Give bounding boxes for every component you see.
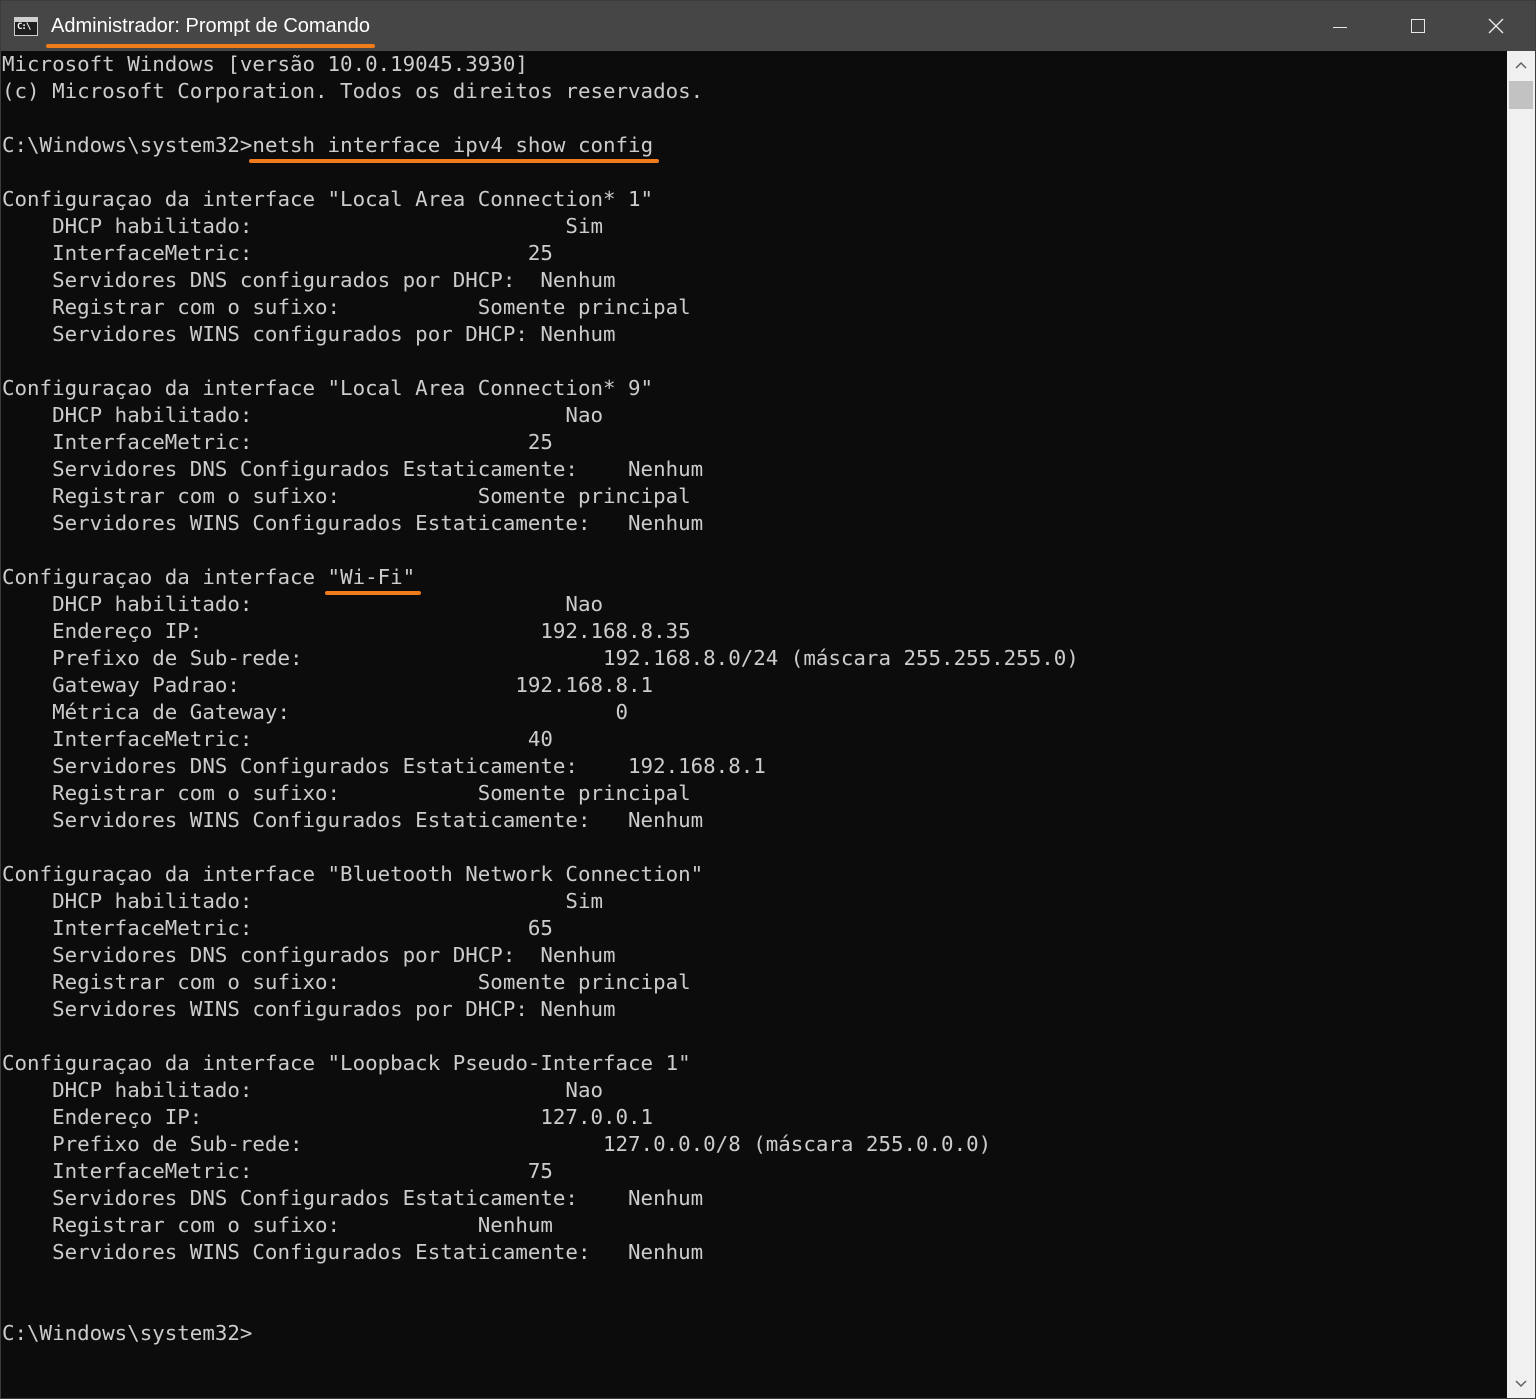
console-line: DHCP habilitado: Sim <box>2 889 603 913</box>
cmd-app-icon[interactable]: C:\ <box>14 16 38 36</box>
console-line: DHCP habilitado: Nao <box>2 592 603 616</box>
console-text: Microsoft Windows [versão 10.0.19045.393… <box>1 51 1507 1347</box>
scroll-down-icon[interactable] <box>1507 1370 1535 1398</box>
cmd-app-icon-label: C:\ <box>17 21 31 32</box>
console-line: Registrar com o sufixo: Somente principa… <box>2 484 691 508</box>
console-line: Registrar com o sufixo: Somente principa… <box>2 295 691 319</box>
console-line: InterfaceMetric: 65 <box>2 916 553 940</box>
console-line: Servidores DNS configurados por DHCP: Ne… <box>2 943 616 967</box>
console-line: Configuraçao da interface "Local Area Co… <box>2 187 654 211</box>
console-line: Configuraçao da interface "Bluetooth Net… <box>2 862 704 886</box>
console-line: InterfaceMetric: 75 <box>2 1159 553 1183</box>
title-highlight-underline <box>46 43 376 48</box>
console-line: InterfaceMetric: 25 <box>2 241 553 265</box>
scroll-up-icon[interactable] <box>1507 51 1535 79</box>
console-line: Registrar com o sufixo: Somente principa… <box>2 781 691 805</box>
console-line: (c) Microsoft Corporation. Todos os dire… <box>2 79 704 103</box>
console-line: Servidores WINS Configurados Estaticamen… <box>2 808 704 832</box>
minimize-icon[interactable] <box>1301 1 1379 51</box>
console-line: Servidores DNS configurados por DHCP: Ne… <box>2 268 616 292</box>
console-line: DHCP habilitado: Nao <box>2 1078 603 1102</box>
console-line: Servidores DNS Configurados Estaticament… <box>2 754 766 778</box>
window-title: Administrador: Prompt de Comando <box>46 14 376 48</box>
console-line: Gateway Padrao: 192.168.8.1 <box>2 673 654 697</box>
console-line: Microsoft Windows [versão 10.0.19045.393… <box>2 52 528 76</box>
console-line: Prefixo de Sub-rede: 127.0.0.0/8 (máscar… <box>2 1132 992 1156</box>
console-line: Configuraçao da interface "Loopback Pseu… <box>2 1051 691 1075</box>
console-line: Servidores DNS Configurados Estaticament… <box>2 457 704 481</box>
console-line: Servidores WINS configurados por DHCP: N… <box>2 322 616 346</box>
console-line: DHCP habilitado: Nao <box>2 403 603 427</box>
window-title-text: Administrador: Prompt de Comando <box>51 14 371 37</box>
console-line: Métrica de Gateway: 0 <box>2 700 629 724</box>
title-bar[interactable]: C:\ Administrador: Prompt de Comando <box>1 1 1535 51</box>
console-line: Endereço IP: 192.168.8.35 <box>2 619 691 643</box>
maximize-icon[interactable] <box>1379 1 1457 51</box>
console-line: InterfaceMetric: 40 <box>2 727 553 751</box>
console-line: Registrar com o sufixo: Somente principa… <box>2 970 691 994</box>
console-output[interactable]: Microsoft Windows [versão 10.0.19045.393… <box>1 51 1507 1398</box>
highlighted-text: "Wi-Fi" <box>324 565 421 595</box>
console-line: Servidores DNS Configurados Estaticament… <box>2 1186 704 1210</box>
console-line: C:\Windows\system32>netsh interface ipv4… <box>2 133 659 163</box>
console-line: Endereço IP: 127.0.0.1 <box>2 1105 654 1129</box>
cmd-window: C:\ Administrador: Prompt de Comando Mic… <box>0 0 1536 1399</box>
console-line: InterfaceMetric: 25 <box>2 430 553 454</box>
scrollbar-thumb[interactable] <box>1509 81 1533 109</box>
close-icon[interactable] <box>1457 1 1535 51</box>
console-line: DHCP habilitado: Sim <box>2 214 603 238</box>
console-line: Prefixo de Sub-rede: 192.168.8.0/24 (más… <box>2 646 1079 670</box>
console-line: Servidores WINS Configurados Estaticamen… <box>2 1240 704 1264</box>
console-line: Servidores WINS Configurados Estaticamen… <box>2 511 704 535</box>
vertical-scrollbar[interactable] <box>1507 51 1535 1398</box>
console-line: Registrar com o sufixo: Nenhum <box>2 1213 553 1237</box>
console-line: C:\Windows\system32> <box>2 1321 253 1345</box>
console-line: Servidores WINS configurados por DHCP: N… <box>2 997 616 1021</box>
window-controls <box>1301 1 1535 51</box>
highlighted-text: netsh interface ipv4 show config <box>249 133 659 163</box>
console-line: Configuraçao da interface "Wi-Fi" <box>2 565 421 595</box>
console-line: Configuraçao da interface "Local Area Co… <box>2 376 654 400</box>
